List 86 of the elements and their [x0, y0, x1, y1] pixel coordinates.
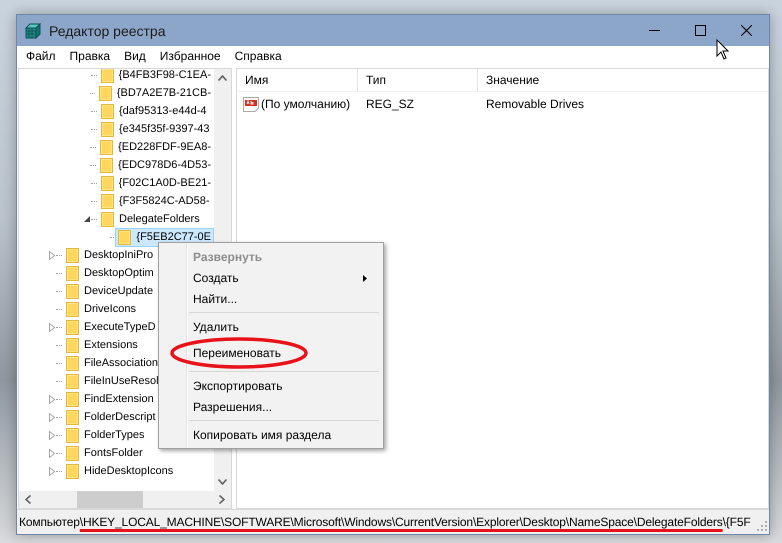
- tree-item[interactable]: {F02C1A0D-BE21-: [98, 174, 214, 192]
- folder-icon: [100, 176, 114, 190]
- chevron-up-icon[interactable]: [218, 75, 227, 81]
- tree-item[interactable]: FileInUseResol: [63, 372, 162, 390]
- menu-item[interactable]: Найти...: [161, 288, 381, 309]
- column-header[interactable]: Имя: [237, 69, 358, 91]
- expand-arrow-icon[interactable]: [49, 394, 55, 404]
- folder-icon: [66, 392, 79, 406]
- cubes-icon: [25, 22, 41, 38]
- tree-item[interactable]: FontsFolder: [63, 444, 146, 462]
- tree-item[interactable]: FolderDescript: [63, 408, 159, 426]
- string-value-icon: [243, 96, 259, 112]
- table-cell-text: Removable Drives: [485, 97, 584, 111]
- expand-arrow-icon[interactable]: [49, 412, 55, 422]
- expand-arrow-icon[interactable]: [49, 430, 55, 440]
- folder-icon: [66, 428, 79, 442]
- menu-item[interactable]: Избранное: [158, 49, 222, 63]
- menu-item[interactable]: Вид: [123, 49, 147, 63]
- tree-item[interactable]: ExecuteTypeD: [63, 318, 159, 336]
- expand-arrow-icon[interactable]: [49, 466, 55, 476]
- window-title: Редактор реестра: [49, 22, 166, 38]
- maximize-icon: [694, 25, 706, 36]
- tree-item[interactable]: DesktopOptim: [63, 264, 157, 282]
- minimize-icon: [648, 30, 660, 31]
- folder-icon: [66, 446, 79, 460]
- menu-item[interactable]: Экспортировать: [161, 375, 381, 396]
- tree-item[interactable]: {EDC978D6-4D53-: [97, 156, 214, 174]
- menu-item[interactable]: Переименовать: [161, 342, 381, 363]
- tree-item[interactable]: DesktopIniPro: [63, 246, 156, 264]
- tree-item[interactable]: {F3F5824C-AD58-: [98, 192, 212, 210]
- scrollbar-thumb[interactable]: [77, 491, 143, 508]
- tree-item[interactable]: FolderTypes: [63, 426, 148, 444]
- folder-icon: [100, 158, 114, 172]
- value-name: (По умолчанию): [261, 97, 350, 111]
- folder-icon: [66, 410, 79, 424]
- folder-icon: [66, 248, 79, 262]
- folder-icon: [66, 374, 79, 388]
- folder-icon: [66, 266, 79, 280]
- tree-item[interactable]: FileAssociation: [63, 354, 161, 372]
- chevron-left-icon[interactable]: [25, 495, 31, 504]
- menu-item[interactable]: Создать: [161, 267, 381, 288]
- tree-item[interactable]: {e345f35f-9397-43: [98, 120, 213, 138]
- folder-icon: [66, 356, 79, 370]
- resize-grip-icon[interactable]: [757, 521, 767, 531]
- key-path: Компьютер\HKEY_LOCAL_MACHINE\SOFTWARE\Microsoft\Windows\CurrentVersion\Explorer\Desktop\NameSpace\DelegateFolders\{F5F: [19, 515, 752, 529]
- menu-item[interactable]: Разрешения...: [161, 396, 381, 417]
- menu-item[interactable]: Справка: [234, 49, 283, 63]
- expand-arrow-icon[interactable]: [49, 250, 55, 260]
- menu-item[interactable]: Правка: [68, 49, 112, 63]
- column-header[interactable]: Тип: [358, 69, 478, 91]
- tree-item[interactable]: {daf95313-e44d-4: [98, 102, 210, 120]
- expand-arrow-icon[interactable]: [49, 448, 55, 458]
- mouse-cursor-icon: [716, 39, 729, 60]
- menu-item[interactable]: Удалить: [161, 316, 381, 337]
- tree-item[interactable]: FindExtension: [63, 390, 157, 408]
- tree-item[interactable]: DriveIcons: [63, 300, 139, 318]
- folder-icon: [101, 104, 114, 118]
- folder-icon: [66, 284, 79, 298]
- tree-item[interactable]: DeviceUpdate: [63, 282, 156, 300]
- chevron-down-icon[interactable]: [218, 479, 227, 485]
- tree-item[interactable]: {BD7A2E7B-21CB-: [96, 84, 214, 102]
- chevron-right-icon[interactable]: [219, 495, 225, 504]
- tree-item[interactable]: Extensions: [63, 336, 141, 354]
- folder-icon: [98, 86, 112, 100]
- folder-icon: [100, 69, 114, 82]
- folder-icon: [118, 230, 132, 244]
- column-header[interactable]: Значение: [478, 69, 768, 91]
- collapse-arrow-icon[interactable]: [84, 216, 90, 222]
- horizontal-scrollbar[interactable]: [19, 491, 231, 508]
- folder-icon: [101, 194, 114, 208]
- menu-item[interactable]: Копировать имя раздела: [161, 424, 381, 445]
- folder-icon: [66, 464, 79, 478]
- folder-icon: [66, 320, 79, 334]
- folder-icon: [100, 140, 114, 154]
- folder-icon: [66, 338, 79, 352]
- tree-item[interactable]: HideDesktopIcons: [63, 462, 176, 480]
- tree-item[interactable]: DelegateFolders: [98, 210, 203, 228]
- table-cell-text: REG_SZ: [365, 97, 416, 111]
- close-icon: [740, 25, 752, 36]
- tree-item[interactable]: {ED228FDF-9EA8-: [97, 138, 214, 156]
- folder-icon: [101, 122, 114, 136]
- tree-item[interactable]: {B4FB3F98-C1EA-: [98, 69, 214, 84]
- folder-icon: [101, 212, 114, 226]
- expand-arrow-icon[interactable]: [49, 322, 55, 332]
- menu-item[interactable]: Файл: [25, 49, 57, 63]
- folder-icon: [66, 302, 79, 316]
